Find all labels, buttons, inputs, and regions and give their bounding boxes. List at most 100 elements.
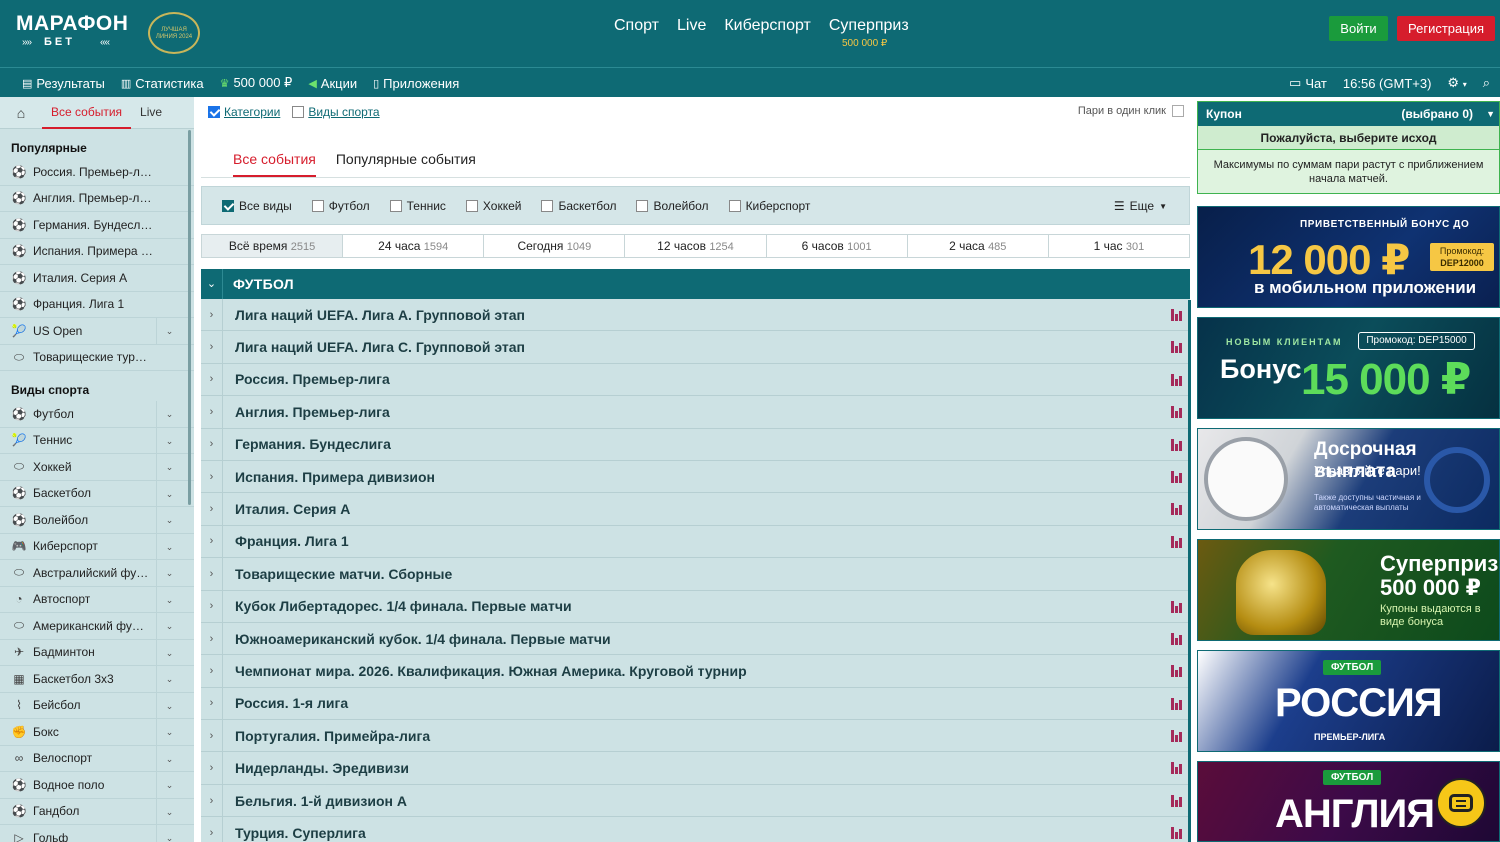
time-filter-option[interactable]: Всё время 2515 <box>202 235 344 257</box>
sport-filter-checkbox[interactable]: Футбол <box>311 199 370 213</box>
chevron-down-icon[interactable]: ⌄ <box>156 798 182 825</box>
subnav-apps[interactable]: ▯ Приложения <box>373 76 459 91</box>
league-row[interactable]: › Лига наций UEFA. Лига C. Групповой этап <box>201 331 1190 364</box>
chevron-down-icon[interactable]: ⌄ <box>156 745 182 772</box>
sidebar-item[interactable]: ⚽ Гандбол ⌄ <box>0 798 194 825</box>
sidebar-item[interactable]: 🎾 Теннис ⌄ <box>0 427 194 454</box>
sport-filter-checkbox[interactable]: Хоккей <box>465 199 521 213</box>
league-row[interactable]: › Италия. Серия А <box>201 493 1190 526</box>
banner-cashout[interactable]: Досрочная выплата Управляйте пари! Также… <box>1197 428 1500 530</box>
categories-link[interactable]: Категории <box>224 105 280 119</box>
league-row[interactable]: › Лига наций UEFA. Лига A. Групповой этап <box>201 298 1190 332</box>
sport-filter-checkbox[interactable]: Киберспорт <box>728 199 810 213</box>
league-row[interactable]: › Португалия. Примейра-лига <box>201 719 1190 753</box>
chevron-right-icon[interactable]: › <box>201 493 223 526</box>
nav-sport[interactable]: Спорт <box>614 17 659 35</box>
sidebar-item[interactable]: ⬭ Американский фу… ⌄ <box>0 613 194 640</box>
home-icon[interactable]: ⌂ <box>0 105 42 121</box>
subnav-stats[interactable]: ▥ Статистика <box>121 76 204 91</box>
nav-superprize[interactable]: Суперприз <box>829 17 909 35</box>
collapse-icon[interactable]: ⌄ <box>201 269 223 299</box>
sidebar-item[interactable]: ⚽ Франция. Лига 1 <box>0 291 194 318</box>
sidebar-item[interactable]: ⚽ Англия. Премьер-лига <box>0 185 194 212</box>
league-row[interactable]: › Германия. Бундеслига <box>201 428 1190 461</box>
checkbox[interactable] <box>222 199 234 212</box>
stats-icon[interactable] <box>1171 826 1184 840</box>
checkbox[interactable] <box>728 199 741 212</box>
tab-popular-events[interactable]: Популярные события <box>336 144 476 177</box>
chevron-down-icon[interactable]: ⌄ <box>156 318 182 344</box>
tab-all-events[interactable]: Все события <box>42 97 132 129</box>
chevron-right-icon[interactable]: › <box>201 816 223 842</box>
stats-icon[interactable] <box>1171 438 1184 451</box>
stats-icon[interactable] <box>1171 340 1184 354</box>
time-filter-option[interactable]: Сегодня 1049 <box>484 235 626 257</box>
login-button[interactable]: Войти <box>1329 16 1388 41</box>
league-row[interactable]: › Южноамериканский кубок. 1/4 финала. Пер… <box>201 622 1190 656</box>
sport-filter-checkbox[interactable]: Все виды <box>222 199 292 213</box>
sport-section-header[interactable]: ⌄ ФУТБОЛ <box>201 269 1190 299</box>
stats-icon[interactable] <box>1171 502 1184 516</box>
banner-new-clients-bonus[interactable]: НОВЫМ КЛИЕНТАМ Промокод: DEP15000 Бонус … <box>1197 317 1500 419</box>
sidebar-item[interactable]: 🎾 US Open ⌄ <box>0 318 194 345</box>
checkbox[interactable] <box>465 199 478 212</box>
time-filter-option[interactable]: 1 час 301 <box>1049 235 1189 257</box>
stats-icon[interactable] <box>1171 600 1184 613</box>
chevron-down-icon[interactable]: ⌄ <box>156 480 182 507</box>
sidebar-item[interactable]: ◔ Автоспорт ⌄ <box>0 586 194 613</box>
sidebar-item[interactable]: ⚽ Водное поло ⌄ <box>0 772 194 799</box>
time-filter-option[interactable]: 6 часов 1001 <box>767 235 908 257</box>
chevron-down-icon[interactable]: ⌄ <box>156 401 182 427</box>
chevron-down-icon[interactable]: ⌄ <box>156 533 182 560</box>
sport-filter-checkbox[interactable]: Баскетбол <box>541 199 616 213</box>
logo[interactable]: МАРАФОН БЕТ »» «« <box>16 12 128 48</box>
stats-icon[interactable] <box>1171 794 1184 807</box>
settings-gear-icon[interactable]: ⚙ ▾ <box>1447 75 1466 91</box>
banner-mobile-bonus[interactable]: ПРИВЕТСТВЕННЫЙ БОНУС ДО 12 000 ₽ в мобил… <box>1197 206 1500 308</box>
sidebar-item[interactable]: ⚽ Италия. Серия А <box>0 265 194 292</box>
chat-link[interactable]: ▭ Чат <box>1289 75 1327 91</box>
register-button[interactable]: Регистрация <box>1397 16 1495 41</box>
league-row[interactable]: › Чемпионат мира. 2026. Квалификация. Южн… <box>201 655 1190 688</box>
time-filter-option[interactable]: 2 часа 485 <box>908 235 1049 257</box>
stats-icon[interactable] <box>1171 405 1184 419</box>
chevron-down-icon[interactable]: ⌄ <box>156 666 182 692</box>
stats-icon[interactable] <box>1171 729 1184 743</box>
oneclick-checkbox[interactable] <box>1172 105 1184 117</box>
sidebar-item[interactable]: ▦ Баскетбол 3x3 ⌄ <box>0 666 194 693</box>
league-row[interactable]: › Товарищеские матчи. Сборные <box>201 557 1190 591</box>
sidebar-scrollbar[interactable] <box>188 130 191 505</box>
stats-icon[interactable] <box>1171 697 1184 710</box>
sidebar-item[interactable]: ∞ Велоспорт ⌄ <box>0 745 194 772</box>
chevron-right-icon[interactable]: › <box>201 752 223 785</box>
league-row[interactable]: › Англия. Премьер-лига <box>201 395 1190 429</box>
chevron-down-icon[interactable]: ⌄ <box>156 613 182 639</box>
checkbox[interactable] <box>541 199 554 212</box>
nav-live[interactable]: Live <box>677 17 706 35</box>
chevron-down-icon[interactable]: ⌄ <box>156 692 182 719</box>
sidebar-item[interactable]: ⚽ Футбол ⌄ <box>0 401 194 428</box>
main-scrollbar[interactable] <box>1188 300 1191 842</box>
chevron-down-icon[interactable]: ⌄ <box>156 560 182 586</box>
league-row[interactable]: › Россия. Премьер-лига <box>201 363 1190 397</box>
subnav-results[interactable]: ▤ Результаты <box>22 76 105 91</box>
sidebar-item[interactable]: ✊ Бокс ⌄ <box>0 719 194 746</box>
chevron-right-icon[interactable]: › <box>201 395 223 428</box>
league-row[interactable]: › Россия. 1-я лига <box>201 687 1190 721</box>
league-row[interactable]: › Кубок Либертадорес. 1/4 финала. Первые … <box>201 590 1190 623</box>
time-filter-option[interactable]: 12 часов 1254 <box>625 235 767 257</box>
chevron-right-icon[interactable]: › <box>201 298 223 331</box>
stats-icon[interactable] <box>1171 373 1184 386</box>
sidebar-item[interactable]: ⚽ Германия. Бундеслига <box>0 212 194 239</box>
chevron-right-icon[interactable]: › <box>201 331 223 364</box>
sidebar-item[interactable]: ⚽ Россия. Премьер-лига <box>0 159 194 186</box>
checkbox[interactable] <box>292 106 305 118</box>
banner-russia-league[interactable]: ФУТБОЛ РОССИЯ ПРЕМЬЕР-ЛИГА <box>1197 650 1500 752</box>
chevron-right-icon[interactable]: › <box>201 428 223 461</box>
tab-all-events-main[interactable]: Все события <box>233 144 316 177</box>
sport-filter-checkbox[interactable]: Теннис <box>389 199 446 213</box>
chevron-right-icon[interactable]: › <box>201 622 223 655</box>
nav-esports[interactable]: Киберспорт <box>724 17 810 35</box>
checkbox[interactable] <box>636 199 649 212</box>
sidebar-item[interactable]: ▷ Гольф ⌄ <box>0 825 194 842</box>
